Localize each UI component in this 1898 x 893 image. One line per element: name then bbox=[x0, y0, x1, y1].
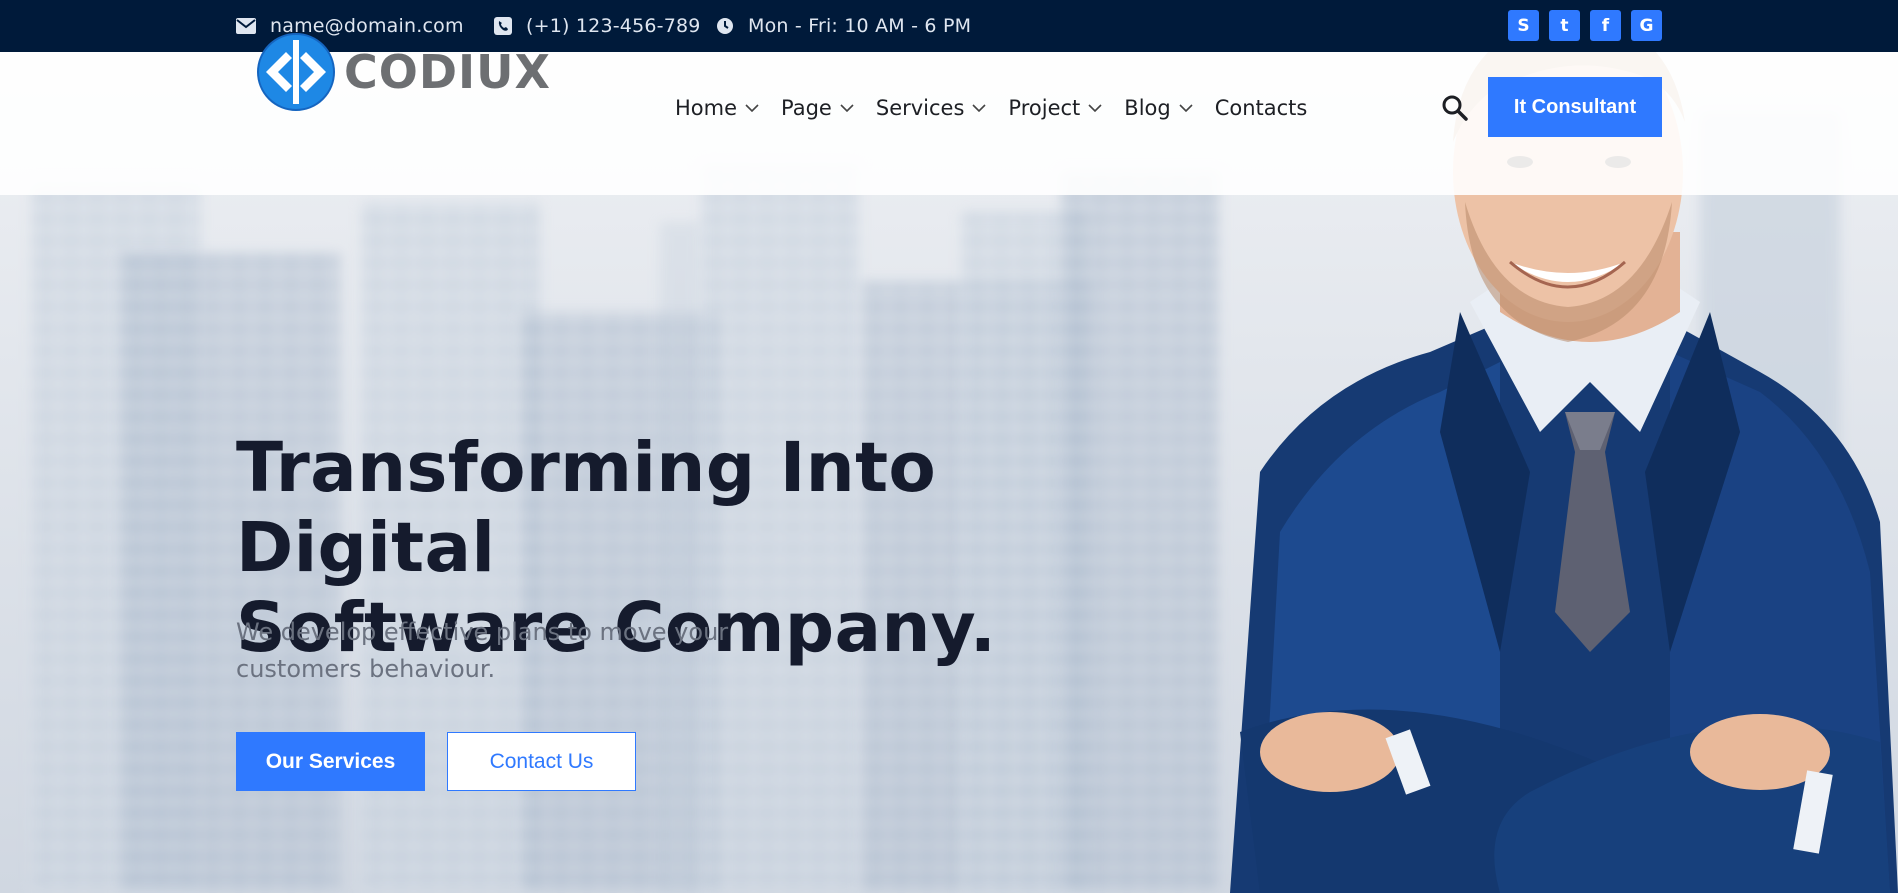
our-services-button[interactable]: Our Services bbox=[236, 732, 425, 791]
hours-text: Mon - Fri: 10 AM - 6 PM bbox=[748, 15, 972, 37]
chevron-down-icon bbox=[972, 104, 986, 112]
main-nav: Home Page Services Project Blog Contacts bbox=[675, 52, 1329, 164]
nav-item-services[interactable]: Services bbox=[876, 96, 987, 120]
facebook-icon[interactable]: f bbox=[1590, 10, 1621, 41]
nav-item-contacts[interactable]: Contacts bbox=[1215, 96, 1308, 120]
envelope-icon bbox=[236, 18, 256, 34]
hero-subtitle-line: We develop effective plans to move your bbox=[236, 618, 729, 646]
google-icon[interactable]: G bbox=[1631, 10, 1662, 41]
skype-icon[interactable]: S bbox=[1508, 10, 1539, 41]
nav-item-label: Project bbox=[1008, 96, 1081, 120]
nav-item-home[interactable]: Home bbox=[675, 96, 759, 120]
hero-title-line: Transforming Into Digital bbox=[236, 428, 937, 588]
phone-text: (+1) 123-456-789 bbox=[526, 15, 701, 37]
codiux-logo-icon bbox=[257, 33, 335, 111]
nav-item-project[interactable]: Project bbox=[1008, 96, 1102, 120]
contact-us-button[interactable]: Contact Us bbox=[447, 732, 636, 791]
nav-item-label: Blog bbox=[1124, 96, 1171, 120]
twitter-icon[interactable]: t bbox=[1549, 10, 1580, 41]
nav-item-label: Home bbox=[675, 96, 738, 120]
nav-item-page[interactable]: Page bbox=[781, 96, 854, 120]
search-icon[interactable] bbox=[1441, 94, 1469, 122]
nav-item-label: Contacts bbox=[1214, 96, 1308, 120]
chevron-down-icon bbox=[745, 104, 759, 112]
hero-subtitle-line: customers behaviour. bbox=[236, 655, 496, 683]
nav-item-blog[interactable]: Blog bbox=[1124, 96, 1193, 120]
it-consultant-button[interactable]: It Consultant bbox=[1488, 77, 1662, 137]
nav-item-label: Services bbox=[875, 96, 965, 120]
chevron-down-icon bbox=[1179, 104, 1193, 112]
nav-item-label: Page bbox=[781, 96, 832, 120]
hero-subtitle: We develop effective plans to move your … bbox=[236, 614, 796, 688]
chevron-down-icon bbox=[1088, 104, 1102, 112]
chevron-down-icon bbox=[840, 104, 854, 112]
logo-text: CODIUX bbox=[344, 45, 551, 99]
site-logo[interactable]: CODIUX bbox=[256, 32, 551, 112]
clock-icon bbox=[717, 18, 733, 34]
office-hours: Mon - Fri: 10 AM - 6 PM bbox=[716, 0, 971, 52]
